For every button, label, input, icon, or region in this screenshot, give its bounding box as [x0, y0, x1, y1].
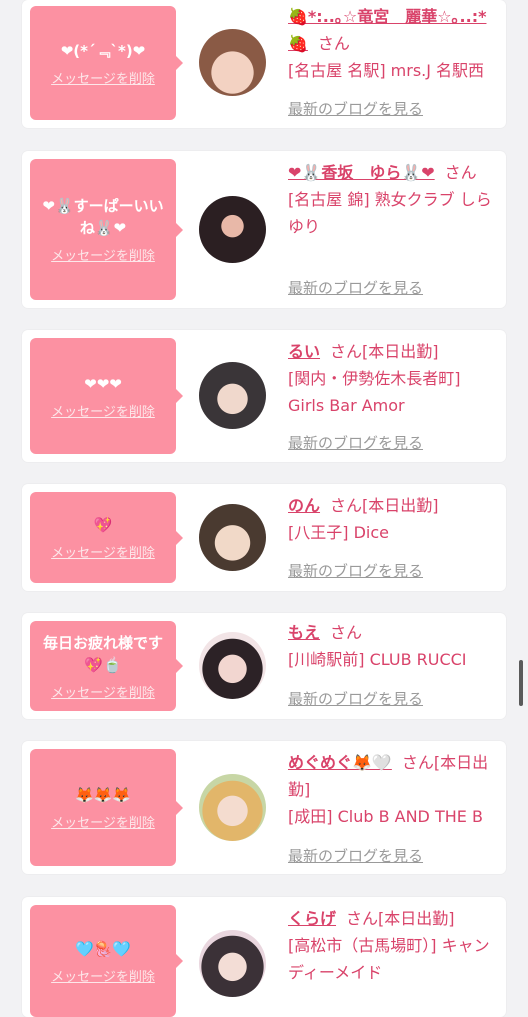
cast-name-link[interactable]: もえ — [288, 623, 320, 642]
message-text: ❤🐰すーぱーいいね🐰❤ — [42, 197, 164, 237]
blog-link[interactable]: 最新のブログを見る — [288, 845, 423, 866]
delete-message-link[interactable]: メッセージを削除 — [51, 682, 155, 701]
cast-info: もえ さん [川崎駅前] CLUB RUCCI — [288, 619, 498, 673]
avatar[interactable] — [199, 504, 266, 571]
delete-message-link[interactable]: メッセージを削除 — [51, 542, 155, 561]
store-name: [関内・伊勢佐木長者町] Girls Bar Amor — [288, 369, 461, 415]
cast-info: るい さん[本日出勤] [関内・伊勢佐木長者町] Girls Bar Amor — [288, 338, 498, 419]
favorite-card: 🩵🪼🩵 メッセージを削除 くらげ さん[本日出勤] [高松市（古馬場町）] キャン… — [22, 897, 506, 1017]
blog-link[interactable]: 最新のブログを見る — [288, 277, 423, 298]
favorite-card: ❤🐰すーぱーいいね🐰❤ メッセージを削除 ❤🐰香坂 ゆら🐰❤ さん [名古屋 錦]… — [22, 151, 506, 308]
message-text: 💖 — [93, 516, 113, 534]
message-bubble: 毎日お疲れ様です💖🍵 メッセージを削除 — [30, 621, 183, 711]
message-text: ❤(*´﹃`*)❤ — [60, 41, 146, 60]
store-name: [高松市（古馬場町）] キャンディーメイド — [288, 936, 490, 982]
delete-message-link[interactable]: メッセージを削除 — [51, 966, 155, 985]
san-label: さん — [330, 623, 363, 642]
cast-name-link[interactable]: のん — [288, 496, 320, 515]
store-name: [成田] Club B AND THE B — [288, 807, 483, 826]
message-text: 🩵🪼🩵 — [74, 939, 132, 958]
message-bubble: 💖 メッセージを削除 — [30, 492, 183, 583]
delete-message-link[interactable]: メッセージを削除 — [51, 812, 155, 831]
san-label: さん[本日出勤] — [346, 909, 455, 928]
store-name: [八王子] Dice — [288, 523, 389, 542]
blog-link[interactable]: 最新のブログを見る — [288, 560, 423, 581]
cast-info: めぐめぐ🦊🤍 さん[本日出勤] [成田] Club B AND THE B — [288, 749, 498, 830]
message-text: 毎日お疲れ様です💖🍵 — [42, 633, 163, 674]
store-name: [名古屋 名駅] mrs.J 名駅西 — [288, 61, 485, 80]
delete-message-link[interactable]: メッセージを削除 — [51, 401, 155, 420]
delete-message-link[interactable]: メッセージを削除 — [51, 68, 155, 87]
cast-name-link[interactable]: くらげ — [288, 909, 336, 928]
cast-info: くらげ さん[本日出勤] [高松市（古馬場町）] キャンディーメイド — [288, 905, 498, 986]
avatar[interactable] — [199, 632, 266, 699]
favorite-card: 🦊🦊🦊 メッセージを削除 めぐめぐ🦊🤍 さん[本日出勤] [成田] Club B … — [22, 741, 506, 874]
san-label: さん — [317, 34, 350, 53]
message-bubble: ❤🐰すーぱーいいね🐰❤ メッセージを削除 — [30, 159, 183, 300]
message-bubble: ❤(*´﹃`*)❤ メッセージを削除 — [30, 6, 183, 120]
cast-name-link[interactable]: るい — [288, 342, 320, 361]
favorite-card: 毎日お疲れ様です💖🍵 メッセージを削除 もえ さん [川崎駅前] CLUB RUC… — [22, 613, 506, 719]
cast-info: ❤🐰香坂 ゆら🐰❤ さん [名古屋 錦] 熟女クラブ しらゆり — [288, 159, 498, 240]
favorite-card: 💖 メッセージを削除 のん さん[本日出勤] [八王子] Dice 最新のブログを… — [22, 484, 506, 591]
cast-info: のん さん[本日出勤] [八王子] Dice — [288, 492, 498, 546]
cast-name-link[interactable]: めぐめぐ🦊🤍 — [288, 753, 392, 772]
message-bubble: 🦊🦊🦊 メッセージを削除 — [30, 749, 183, 866]
store-name: [名古屋 錦] 熟女クラブ しらゆり — [288, 190, 492, 236]
san-label: さん[本日出勤] — [330, 342, 439, 361]
store-name: [川崎駅前] CLUB RUCCI — [288, 650, 467, 669]
cast-info: 🍓*:..｡☆竜宮 麗華☆｡..:*🍓 さん [名古屋 名駅] mrs.J 名駅西 — [288, 3, 498, 84]
avatar[interactable] — [199, 29, 266, 96]
message-bubble: ❤❤❤ メッセージを削除 — [30, 338, 183, 454]
message-text: 🦊🦊🦊 — [74, 786, 132, 804]
avatar[interactable] — [199, 196, 266, 263]
message-text: ❤❤❤ — [84, 374, 122, 393]
cast-name-link[interactable]: ❤🐰香坂 ゆら🐰❤ — [288, 163, 435, 182]
san-label: さん — [444, 163, 477, 182]
blog-link[interactable]: 最新のブログを見る — [288, 98, 423, 119]
avatar[interactable] — [199, 362, 266, 429]
message-bubble: 🩵🪼🩵 メッセージを削除 — [30, 905, 183, 1017]
scrollbar[interactable] — [519, 660, 523, 706]
delete-message-link[interactable]: メッセージを削除 — [51, 245, 155, 264]
blog-link[interactable]: 最新のブログを見る — [288, 688, 423, 709]
favorite-card: ❤❤❤ メッセージを削除 るい さん[本日出勤] [関内・伊勢佐木長者町] Gir… — [22, 330, 506, 462]
blog-link[interactable]: 最新のブログを見る — [288, 432, 423, 453]
avatar[interactable] — [199, 774, 266, 841]
san-label: さん[本日出勤] — [330, 496, 439, 515]
avatar[interactable] — [199, 930, 266, 997]
favorite-card: ❤(*´﹃`*)❤ メッセージを削除 🍓*:..｡☆竜宮 麗華☆｡..:*🍓 さん… — [22, 0, 506, 128]
